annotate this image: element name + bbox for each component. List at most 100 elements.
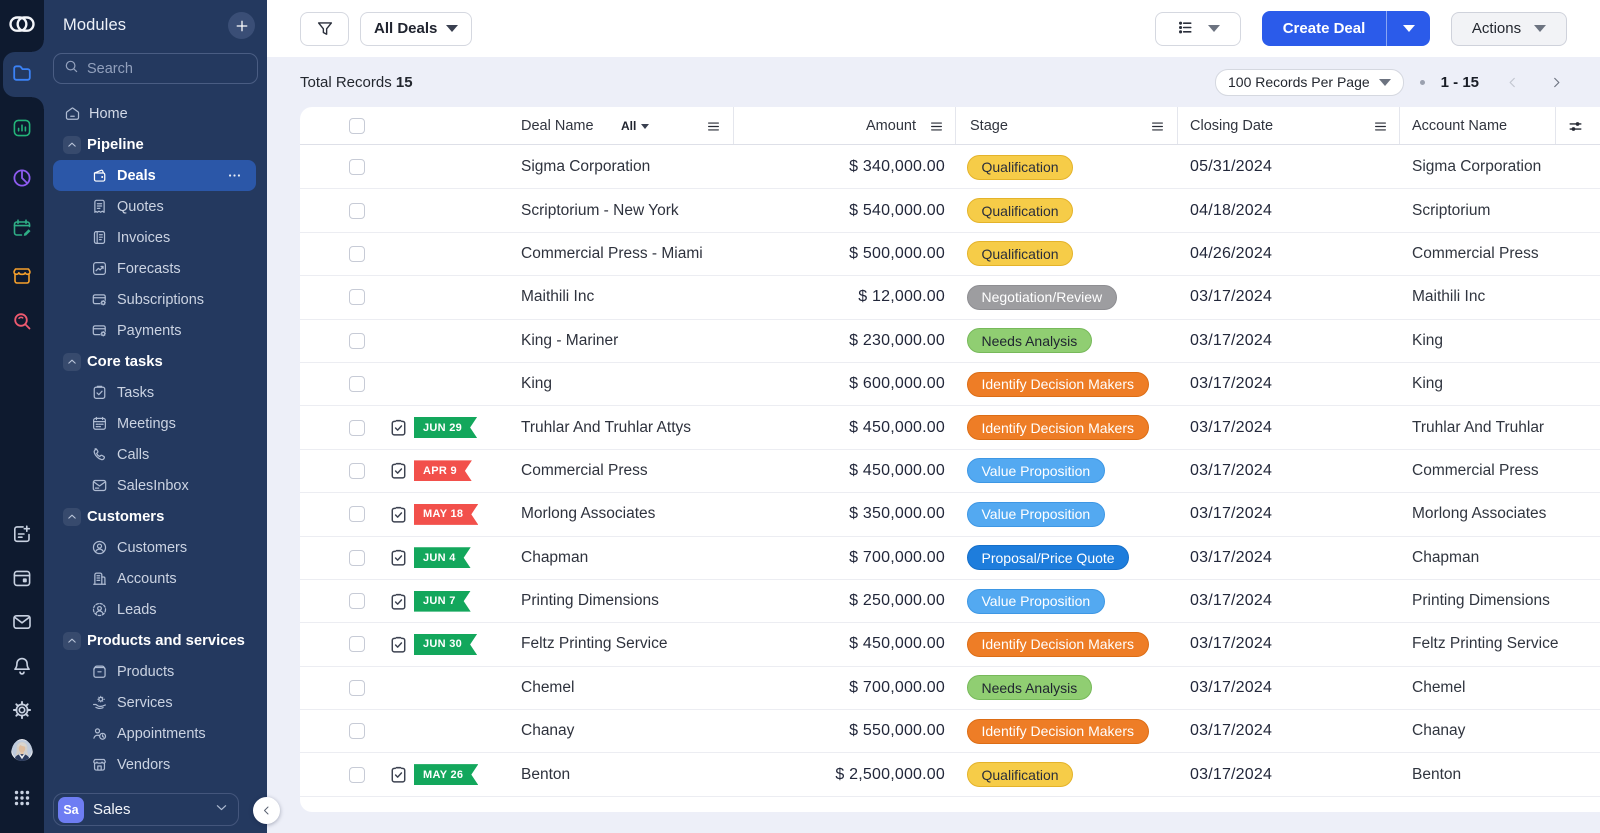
row-checkbox[interactable] [349, 767, 365, 783]
row-checkbox[interactable] [349, 376, 365, 392]
sidebar-item-meetings[interactable]: Meetings [44, 408, 267, 439]
compose-icon[interactable] [11, 523, 33, 545]
deal-name-menu-icon[interactable] [706, 107, 721, 145]
deal-name-cell[interactable]: King [521, 363, 552, 405]
sidebar-section-customers[interactable]: Customers [44, 501, 267, 532]
row-checkbox[interactable] [349, 636, 365, 652]
task-icon[interactable] [389, 623, 408, 665]
sidebar-item-leads[interactable]: Leads [44, 594, 267, 625]
sidebar-collapse-button[interactable] [253, 797, 280, 824]
closing-date-menu-icon[interactable] [1373, 107, 1388, 145]
sidebar-item-accounts[interactable]: Accounts [44, 563, 267, 594]
apps-grid-icon[interactable] [11, 787, 33, 809]
deal-name-cell[interactable]: Chemel [521, 667, 574, 709]
row-checkbox[interactable] [349, 593, 365, 609]
deal-name-cell[interactable]: King - Mariner [521, 320, 618, 362]
view-switcher-dropdown[interactable] [1155, 12, 1241, 46]
deal-name-filter-dropdown[interactable]: All [621, 107, 649, 145]
row-checkbox[interactable] [349, 420, 365, 436]
sidebar-item-deals[interactable]: Deals [53, 160, 256, 191]
sidebar-item-quotes[interactable]: Quotes [44, 191, 267, 222]
task-icon[interactable] [389, 450, 408, 492]
deal-name-cell[interactable]: Feltz Printing Service [521, 623, 667, 665]
filter-button[interactable] [300, 12, 349, 46]
folder-icon[interactable] [11, 62, 33, 84]
task-due-flag[interactable]: JUN 4 [414, 537, 471, 579]
sidebar-item-services[interactable]: Services [44, 687, 267, 718]
row-checkbox[interactable] [349, 723, 365, 739]
sidebar-item-customers[interactable]: Customers [44, 532, 267, 563]
select-all-checkbox[interactable] [349, 107, 365, 145]
gear-icon[interactable] [11, 699, 33, 721]
table-row[interactable]: JUN 29Truhlar And Truhlar Attys$ 450,000… [300, 406, 1600, 449]
row-checkbox[interactable] [349, 246, 365, 262]
deal-name-cell[interactable]: Morlong Associates [521, 493, 655, 535]
row-checkbox[interactable] [349, 506, 365, 522]
table-row[interactable]: MAY 18Morlong Associates$ 350,000.00Valu… [300, 493, 1600, 536]
sidebar-section-pipeline[interactable]: Pipeline [44, 129, 267, 160]
table-row[interactable]: JUN 4Chapman$ 700,000.00Proposal/Price Q… [300, 537, 1600, 580]
column-header-account-name[interactable]: Account Name [1412, 107, 1507, 145]
row-checkbox[interactable] [349, 550, 365, 566]
previous-page-button[interactable] [1501, 71, 1523, 93]
chevron-up-icon[interactable] [63, 632, 81, 650]
zia-search-icon[interactable] [11, 310, 33, 332]
add-module-button[interactable] [228, 12, 255, 39]
org-switcher[interactable]: Sa Sales [53, 793, 239, 826]
calendar-edit-icon[interactable] [11, 217, 33, 239]
sidebar-section-products-and-services[interactable]: Products and services [44, 625, 267, 656]
table-row[interactable]: JUN 7Printing Dimensions$ 250,000.00Valu… [300, 580, 1600, 623]
table-row[interactable]: Maithili Inc$ 12,000.00Negotiation/Revie… [300, 276, 1600, 319]
task-due-flag[interactable]: MAY 18 [414, 493, 478, 535]
create-deal-more-button[interactable] [1386, 11, 1430, 46]
sidebar-item-vendors[interactable]: Vendors [44, 749, 267, 778]
deal-name-cell[interactable]: Commercial Press - Miami [521, 233, 703, 275]
column-header-closing-date[interactable]: Closing Date [1190, 107, 1273, 145]
table-row[interactable]: King - Mariner$ 230,000.00Needs Analysis… [300, 320, 1600, 363]
all-deals-dropdown[interactable]: All Deals [360, 12, 472, 46]
deal-name-cell[interactable]: Sigma Corporation [521, 146, 650, 188]
sidebar-item-calls[interactable]: Calls [44, 439, 267, 470]
table-row[interactable]: Chanay$ 550,000.00Identify Decision Make… [300, 710, 1600, 753]
column-header-deal-name[interactable]: Deal Name [521, 107, 594, 145]
table-row[interactable]: Commercial Press - Miami$ 500,000.00Qual… [300, 233, 1600, 276]
task-icon[interactable] [389, 493, 408, 535]
sidebar-item-salesinbox[interactable]: SalesInbox [44, 470, 267, 501]
actions-dropdown[interactable]: Actions [1451, 12, 1567, 46]
row-checkbox[interactable] [349, 463, 365, 479]
more-options-icon[interactable] [227, 168, 242, 183]
sidebar-item-appointments[interactable]: Appointments [44, 718, 267, 749]
avatar[interactable] [11, 744, 33, 766]
create-deal-button[interactable]: Create Deal [1262, 20, 1386, 37]
deal-name-cell[interactable]: Benton [521, 753, 570, 795]
chevron-up-icon[interactable] [63, 136, 81, 154]
chevron-up-icon[interactable] [63, 508, 81, 526]
deal-name-cell[interactable]: Printing Dimensions [521, 580, 659, 622]
table-row[interactable]: Sigma Corporation$ 340,000.00Qualificati… [300, 146, 1600, 189]
column-header-amount[interactable]: Amount [861, 107, 916, 145]
amount-menu-icon[interactable] [929, 107, 944, 145]
marketplace-icon[interactable] [11, 265, 33, 287]
calendar-icon[interactable] [11, 567, 33, 589]
column-header-stage[interactable]: Stage [970, 107, 1008, 145]
table-row[interactable]: Scriptorium - New York$ 540,000.00Qualif… [300, 189, 1600, 232]
table-row[interactable]: APR 9Commercial Press$ 450,000.00Value P… [300, 450, 1600, 493]
sidebar-item-payments[interactable]: Payments [44, 315, 267, 346]
deal-name-cell[interactable]: Commercial Press [521, 450, 648, 492]
sidebar-item-subscriptions[interactable]: Subscriptions [44, 284, 267, 315]
analytics-icon[interactable] [11, 117, 33, 139]
deal-name-cell[interactable]: Chapman [521, 537, 588, 579]
task-due-flag[interactable]: JUN 30 [414, 623, 477, 665]
task-due-flag[interactable]: MAY 26 [414, 753, 478, 795]
records-per-page-dropdown[interactable]: 100 Records Per Page [1215, 69, 1404, 96]
next-page-button[interactable] [1545, 71, 1567, 93]
table-row[interactable]: MAY 26Benton$ 2,500,000.00Qualification0… [300, 753, 1600, 796]
sidebar-item-tasks[interactable]: Tasks [44, 377, 267, 408]
sidebar-item-forecasts[interactable]: Forecasts [44, 253, 267, 284]
deal-name-cell[interactable]: Chanay [521, 710, 574, 752]
sidebar-item-products[interactable]: Products [44, 656, 267, 687]
row-checkbox[interactable] [349, 289, 365, 305]
task-icon[interactable] [389, 580, 408, 622]
task-due-flag[interactable]: JUN 29 [414, 406, 477, 448]
table-row[interactable]: King$ 600,000.00Identify Decision Makers… [300, 363, 1600, 406]
